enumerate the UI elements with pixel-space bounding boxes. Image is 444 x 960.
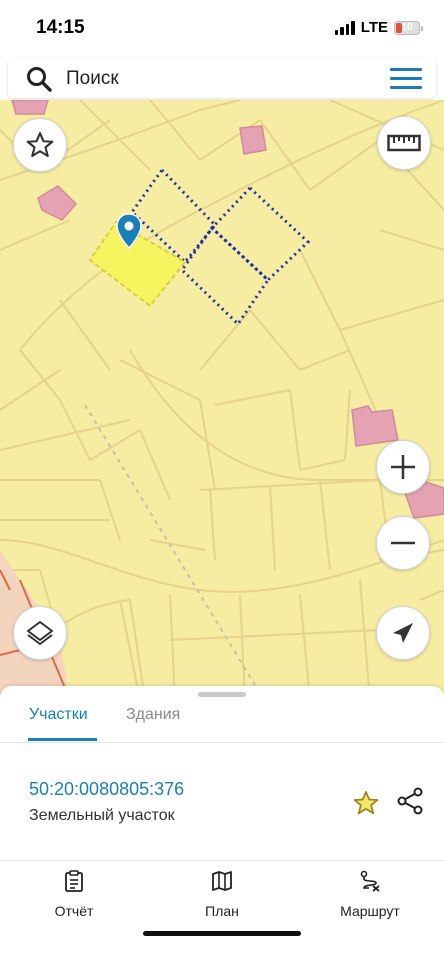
locate-button[interactable] [376,606,430,660]
nav-plan-label: План [205,903,239,919]
minus-icon [391,541,415,545]
tab-parcels[interactable]: Участки [29,706,88,724]
cadastral-map [0,100,444,700]
map-plan-icon [212,871,232,891]
battery-level: 10 [401,21,413,33]
nav-route[interactable]: Маршрут [310,870,430,919]
navigation-arrow-icon [393,623,413,643]
cadastral-number-link[interactable]: 50:20:0080805:376 [29,779,184,800]
divider [0,742,444,743]
nav-plan[interactable]: План [162,870,282,919]
signal-icon [334,20,355,35]
active-tab-indicator [28,738,97,741]
battery-icon: 10 [394,20,423,35]
ruler-button[interactable] [377,116,431,170]
nav-report[interactable]: Отчёт [14,870,134,919]
status-bar: 14:15 LTE 10 [0,0,444,54]
hamburger-menu-icon[interactable] [390,66,422,90]
search-icon[interactable] [26,66,52,92]
nav-route-label: Маршрут [340,903,400,919]
plus-icon [391,455,415,479]
star-icon[interactable] [352,789,380,817]
favorites-button[interactable] [13,118,67,172]
parcel-type: Земельный участок [29,807,175,824]
divider [0,860,444,861]
star-icon [26,132,54,158]
zoom-in-button[interactable] [376,440,430,494]
zoom-out-button[interactable] [376,516,430,570]
report-icon [65,870,83,892]
share-icon[interactable] [396,787,424,815]
search-bar[interactable]: Поиск [8,58,436,98]
map-marker-icon[interactable] [116,213,142,249]
status-time: 14:15 [36,17,85,38]
tab-buildings[interactable]: Здания [126,706,180,724]
home-indicator[interactable] [143,931,301,936]
sheet-drag-handle[interactable] [198,692,246,697]
layers-icon [27,621,53,645]
network-type: LTE [360,19,388,36]
map-view[interactable] [0,100,444,700]
layers-button[interactable] [13,606,67,660]
bottom-sheet[interactable]: Участки Здания 50:20:0080805:376 Земельн… [0,686,444,960]
search-input[interactable]: Поиск [66,68,119,90]
route-icon [360,870,380,892]
ruler-icon [387,134,421,152]
nav-report-label: Отчёт [54,903,94,919]
